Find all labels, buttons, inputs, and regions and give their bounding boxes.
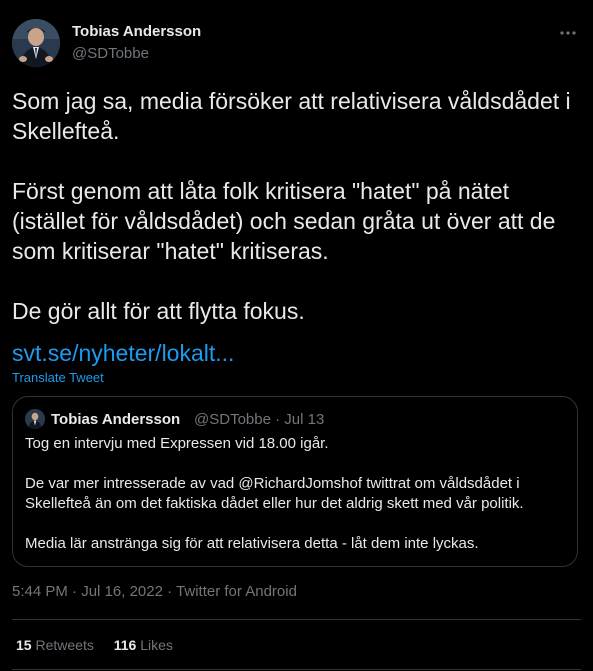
- likes-stat[interactable]: 116 Likes: [114, 637, 173, 653]
- timestamp-separator: ·: [167, 583, 173, 600]
- tweet-stats: 15 Retweets 116 Likes: [16, 637, 189, 653]
- author-name[interactable]: Tobias Andersson: [72, 23, 201, 40]
- quote-paragraph: Media lär anstränga sig för att relativi…: [25, 535, 479, 552]
- tweet-paragraph: De gör allt för att flytta fokus.: [12, 298, 305, 324]
- more-options-button[interactable]: [553, 18, 583, 48]
- quote-paragraph: De var mer intresserade av vad @RichardJ…: [25, 475, 524, 512]
- avatar-image: [12, 19, 60, 67]
- retweets-stat[interactable]: 15 Retweets: [16, 637, 94, 653]
- quote-author-handle: @SDTobbe: [194, 411, 271, 428]
- more-horizontal-icon: [560, 31, 576, 35]
- translate-tweet-link[interactable]: Translate Tweet: [12, 370, 104, 385]
- quote-avatar-image: [25, 409, 45, 429]
- quote-text: Tog en intervju med Expressen vid 18.00 …: [25, 434, 565, 554]
- divider: [12, 619, 581, 620]
- timestamp-separator: ·: [72, 583, 78, 600]
- likes-count: 116: [113, 637, 137, 653]
- tweet-timestamp: 5:44 PM · Jul 16, 2022 · Twitter for And…: [12, 583, 297, 600]
- quote-meta: @SDTobbe · Jul 13: [194, 411, 324, 428]
- tweet-source[interactable]: Twitter for Android: [176, 583, 297, 600]
- divider: [12, 669, 581, 670]
- quoted-tweet[interactable]: Tobias Andersson @SDTobbe · Jul 13 Tog e…: [12, 396, 578, 567]
- author-handle[interactable]: @SDTobbe: [72, 45, 149, 62]
- tweet-paragraph: Först genom att låta folk kritisera "hat…: [12, 178, 556, 264]
- quote-avatar: [25, 409, 45, 429]
- quote-paragraph: Tog en intervju med Expressen vid 18.00 …: [25, 435, 329, 452]
- avatar[interactable]: [12, 19, 60, 67]
- tweet-link[interactable]: svt.se/nyheter/lokalt...: [12, 340, 234, 367]
- retweets-label: Retweets: [35, 637, 94, 653]
- quote-separator: ·: [275, 411, 281, 428]
- quote-date: Jul 13: [284, 411, 325, 428]
- tweet-time[interactable]: 5:44 PM: [12, 583, 68, 600]
- tweet-date[interactable]: Jul 16, 2022: [81, 583, 163, 600]
- quote-author-name: Tobias Andersson: [51, 411, 181, 428]
- tweet-text: Som jag sa, media försöker att relativis…: [12, 86, 582, 326]
- retweets-count: 15: [16, 637, 32, 653]
- likes-label: Likes: [140, 637, 173, 653]
- tweet-paragraph: Som jag sa, media försöker att relativis…: [12, 88, 571, 144]
